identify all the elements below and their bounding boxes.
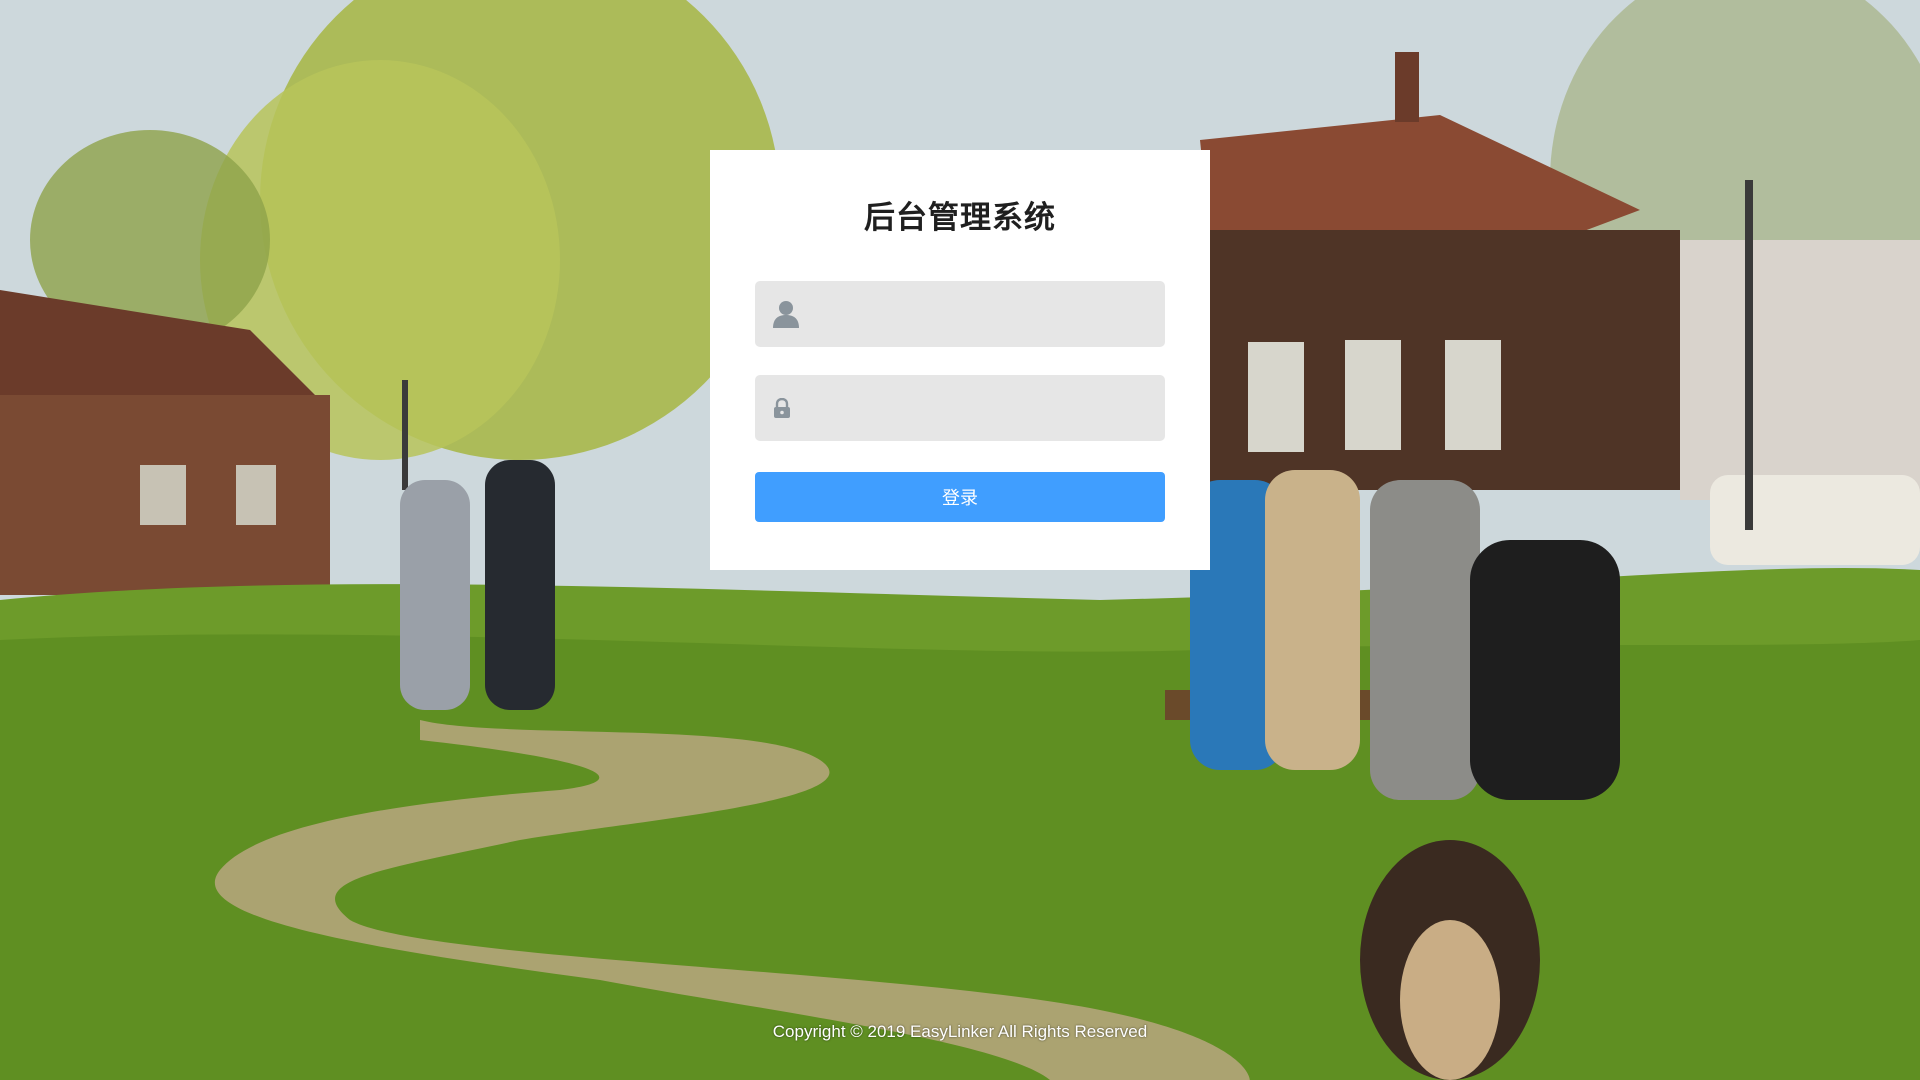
password-input[interactable] [815,375,1159,443]
user-icon [773,300,799,328]
copyright-text: Copyright © 2019 EasyLinker All Rights R… [772,1022,1148,1041]
password-field[interactable] [755,375,1165,443]
page-title: 后台管理系统 [864,200,1056,236]
login-button[interactable]: 登录 [755,472,1165,522]
lock-icon [773,398,791,418]
username-field[interactable] [755,281,1165,349]
username-input[interactable] [815,281,1159,349]
login-card: 后台管理系统 登录 [710,150,1210,570]
